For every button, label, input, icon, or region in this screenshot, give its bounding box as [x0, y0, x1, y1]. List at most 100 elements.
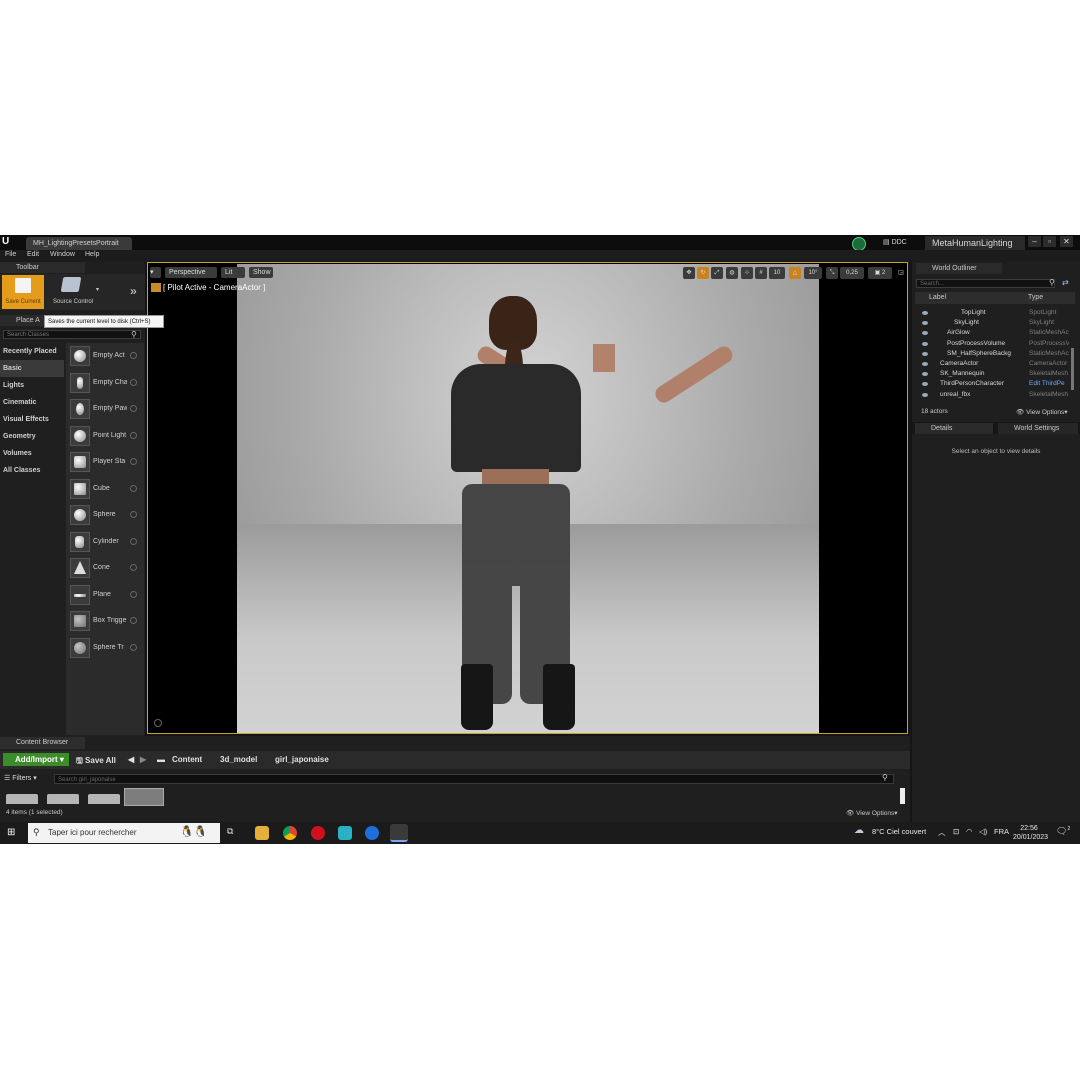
outliner-row[interactable]: SM_HalfSphereBackg StaticMeshAc	[916, 349, 1072, 359]
language-indicator[interactable]: FRA	[994, 827, 1009, 836]
edit-blueprint-link[interactable]: Edit ThirdPe	[1029, 379, 1069, 389]
clock[interactable]: 22:56 20/01/2023	[1013, 824, 1048, 842]
place-item-empty-actor[interactable]: Empty Act	[66, 343, 144, 370]
help-icon[interactable]	[130, 537, 137, 545]
outliner-search-input[interactable]: Search...	[916, 279, 1055, 288]
maximize-button[interactable]: ▫	[1043, 236, 1056, 247]
folder-item[interactable]	[88, 794, 120, 804]
chevron-down-icon[interactable]: ▾	[96, 286, 99, 293]
chrome-icon[interactable]	[283, 826, 297, 840]
outliner-row[interactable]: AirGlow StaticMeshAc	[916, 328, 1072, 338]
metahuman-icon[interactable]	[338, 826, 352, 840]
filters-button[interactable]: ☰ Filters ▾	[4, 774, 37, 782]
translate-icon[interactable]: ✥	[683, 267, 695, 279]
help-icon[interactable]	[130, 643, 137, 651]
visibility-eye-icon[interactable]	[922, 341, 928, 346]
visibility-eye-icon[interactable]	[922, 372, 928, 377]
ddc-indicator[interactable]: ▤ DDC	[883, 238, 907, 246]
source-control-label[interactable]: Source Control	[48, 299, 98, 305]
place-item-box-trigger[interactable]: Box Trigge	[66, 608, 144, 635]
outliner-row[interactable]: CameraActor CameraActor	[916, 359, 1072, 369]
outliner-row[interactable]: SK_Mannequin SkeletalMesh	[916, 369, 1072, 379]
viewport-options-icon[interactable]: ▾	[150, 267, 161, 278]
outliner-settings-icon[interactable]: ⇄	[1062, 278, 1069, 287]
save-all-button[interactable]: 🖫 Save All	[76, 755, 116, 769]
outliner-row[interactable]: PostProcessVolume PostProcessV	[916, 339, 1072, 349]
add-import-button[interactable]: Add/Import ▾	[3, 753, 69, 766]
place-item-plane[interactable]: Plane	[66, 582, 144, 609]
world-outliner-tab[interactable]: World Outliner	[916, 263, 1002, 274]
content-scrollbar[interactable]	[900, 788, 905, 804]
outliner-row[interactable]: unreal_fbx SkeletalMesh	[916, 390, 1072, 400]
level-tab[interactable]: MH_LightingPresetsPortrait	[26, 237, 132, 250]
visibility-eye-icon[interactable]	[922, 361, 928, 366]
place-item-cone[interactable]: Cone	[66, 555, 144, 582]
close-button[interactable]: ✕	[1060, 236, 1073, 247]
scale-snap-value[interactable]: 0,25	[840, 267, 864, 279]
forward-arrow-icon[interactable]: ▶	[140, 755, 146, 764]
asset-thumbnail-selected[interactable]	[124, 788, 164, 806]
outliner-row[interactable]: ThirdPersonCharacter Edit ThirdPe	[916, 379, 1072, 389]
folder-item[interactable]	[47, 794, 79, 804]
notification-icon[interactable]: 🗨2	[1056, 826, 1070, 837]
visibility-eye-icon[interactable]	[922, 321, 928, 326]
unreal-logo-icon[interactable]: U	[2, 236, 14, 248]
task-view-icon[interactable]: ⧉	[227, 826, 233, 837]
toolbar-tab[interactable]: Toolbar	[0, 262, 85, 273]
realtime-icon[interactable]	[154, 719, 162, 727]
show-button[interactable]: Show	[249, 267, 273, 278]
help-icon[interactable]	[130, 405, 137, 412]
minimize-button[interactable]: –	[1028, 236, 1041, 247]
scale-snap-icon[interactable]: ⤡	[826, 267, 838, 279]
category-lights[interactable]: Lights	[0, 377, 64, 394]
search-icon[interactable]: ⚲	[1049, 278, 1055, 287]
menu-file[interactable]: File	[5, 251, 16, 258]
breadcrumb-3d-model[interactable]: 3d_model	[220, 755, 257, 764]
world-settings-tab[interactable]: World Settings	[998, 423, 1078, 434]
more-tools-icon[interactable]: »	[130, 284, 137, 298]
outliner-row[interactable]: SkyLight SkyLight	[916, 318, 1072, 328]
opera-icon[interactable]	[311, 826, 325, 840]
place-item-sphere-trigger[interactable]: Sphere Tr	[66, 635, 144, 662]
category-visual-effects[interactable]: Visual Effects	[0, 411, 64, 428]
menu-help[interactable]: Help	[85, 251, 99, 258]
pilot-active-label[interactable]: [ Pilot Active - CameraActor ]	[151, 283, 265, 293]
visibility-eye-icon[interactable]	[922, 351, 928, 356]
search-classes-input[interactable]: Search Classes	[3, 330, 141, 339]
grid-snap-value[interactable]: 10	[769, 267, 785, 279]
menu-edit[interactable]: Edit	[27, 251, 39, 258]
perspective-button[interactable]: Perspective	[165, 267, 217, 278]
category-basic[interactable]: Basic	[0, 360, 64, 377]
outliner-scrollbar[interactable]	[1071, 348, 1074, 390]
outliner-view-options[interactable]: 👁 View Options▾	[1016, 408, 1068, 416]
place-item-point-light[interactable]: Point Light	[66, 423, 144, 450]
search-icon[interactable]: ⚲	[131, 330, 137, 339]
menu-window[interactable]: Window	[50, 251, 75, 258]
tray-chevron-icon[interactable]: ︿	[938, 827, 946, 838]
help-icon[interactable]	[130, 564, 137, 571]
search-icon[interactable]: ⚲	[882, 773, 888, 782]
category-cinematic[interactable]: Cinematic	[0, 394, 64, 411]
help-icon[interactable]	[130, 458, 137, 465]
camera-speed-button[interactable]: ▣ 2	[868, 267, 892, 279]
category-geometry[interactable]: Geometry	[0, 428, 64, 445]
rotation-snap-icon[interactable]: △	[789, 267, 801, 279]
place-item-empty-character[interactable]: Empty Cha	[66, 370, 144, 397]
content-browser-tab[interactable]: Content Browser	[0, 737, 85, 749]
category-volumes[interactable]: Volumes	[0, 445, 64, 462]
details-tab[interactable]: Details	[915, 423, 993, 434]
scale-icon[interactable]: ⤢	[711, 267, 723, 279]
help-icon[interactable]	[130, 590, 137, 598]
content-search-input[interactable]: Search girl_japonaise	[54, 774, 894, 784]
column-label[interactable]: Label	[929, 294, 946, 301]
column-type[interactable]: Type	[1028, 294, 1043, 301]
level-viewport[interactable]: ▾ Perspective Lit Show [ Pilot Active - …	[147, 262, 908, 734]
visibility-eye-icon[interactable]	[922, 382, 928, 387]
place-item-player-start[interactable]: Player Sta	[66, 449, 144, 476]
surface-snap-icon[interactable]: ⊹	[741, 267, 753, 279]
folder-item[interactable]	[6, 794, 38, 804]
app-c-icon[interactable]	[365, 826, 379, 840]
help-icon[interactable]	[130, 484, 137, 492]
file-explorer-icon[interactable]	[255, 826, 269, 840]
place-item-cube[interactable]: Cube	[66, 476, 144, 503]
